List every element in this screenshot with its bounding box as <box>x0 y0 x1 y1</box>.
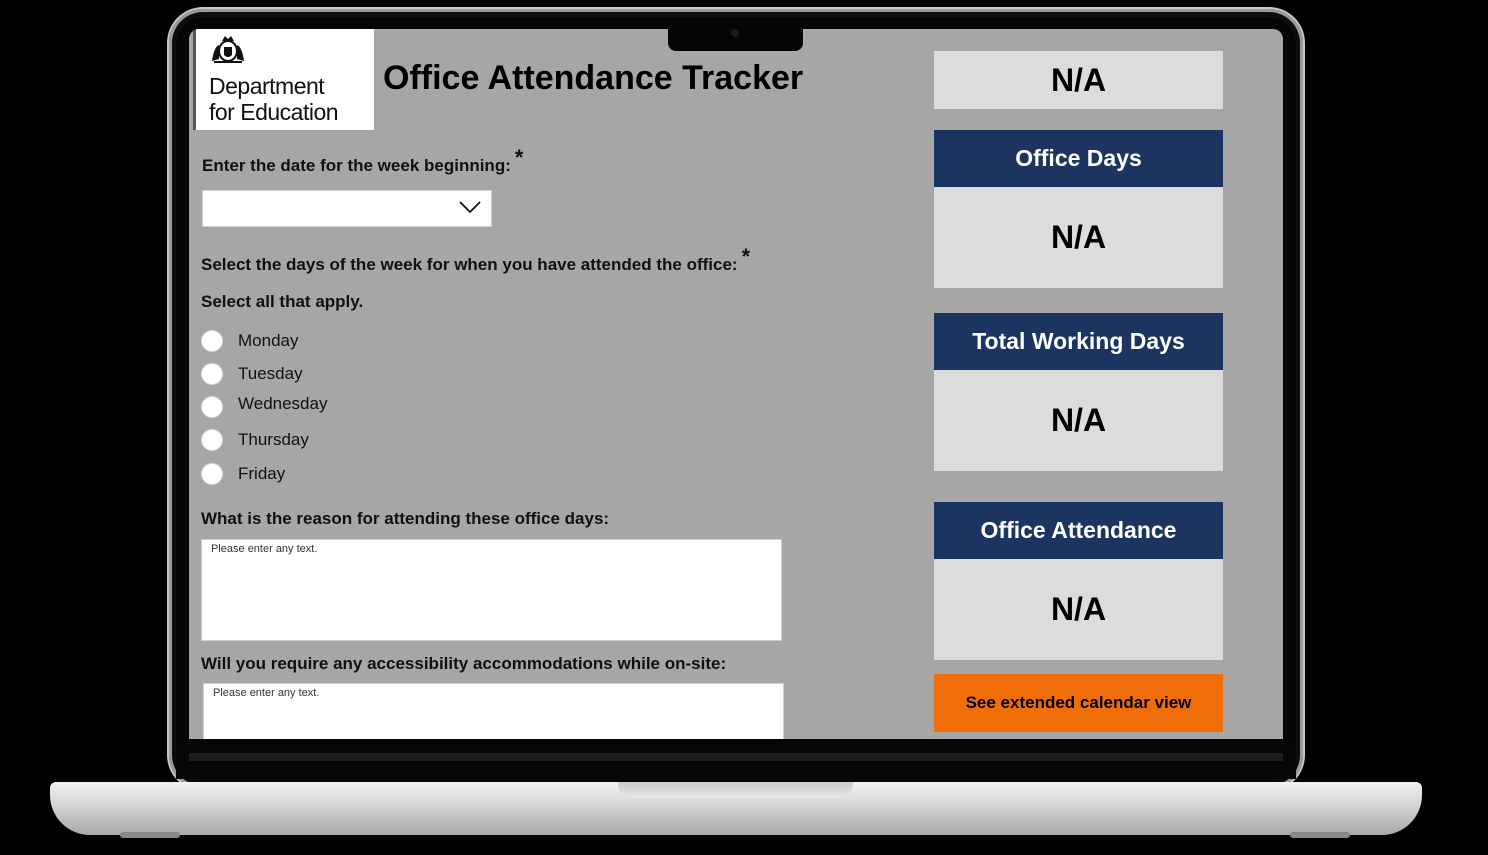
date-question-label: Enter the date for the week beginning: * <box>202 145 523 177</box>
royal-crest-icon <box>212 36 244 63</box>
radio-button[interactable] <box>201 330 223 352</box>
office-days-header: Office Days <box>934 130 1223 187</box>
days-hint: Select all that apply. <box>201 292 364 311</box>
camera-icon <box>731 29 739 37</box>
chevron-down-icon <box>459 201 481 214</box>
day-label: Wednesday <box>238 394 328 413</box>
day-label: Friday <box>238 464 286 483</box>
extended-calendar-button[interactable]: See extended calendar view <box>934 674 1223 732</box>
day-label: Monday <box>238 331 299 350</box>
accessibility-question: Will you require any accessibility accom… <box>201 654 727 673</box>
laptop-opening-notch <box>618 782 853 798</box>
days-question-label: Select the days of the week for when you… <box>201 244 750 276</box>
accessibility-textarea[interactable]: Please enter any text. <box>203 683 784 739</box>
radio-button[interactable] <box>201 396 223 418</box>
reason-placeholder: Please enter any text. <box>211 543 318 555</box>
laptop-foot <box>1290 832 1350 838</box>
radio-button[interactable] <box>201 429 223 451</box>
required-asterisk: * <box>514 145 524 170</box>
day-label: Thursday <box>238 430 309 449</box>
logo-text: Department for Education <box>209 73 339 125</box>
radio-button[interactable] <box>201 363 223 385</box>
reason-question: What is the reason for attending these o… <box>201 509 610 528</box>
logo-line-1: Department <box>209 73 325 99</box>
date-question-text: Enter the date for the week beginning: <box>202 156 511 175</box>
summary-top-value: N/A <box>934 51 1223 109</box>
office-attendance-header: Office Attendance <box>934 502 1223 559</box>
total-working-days-header: Total Working Days <box>934 313 1223 370</box>
week-date-dropdown[interactable] <box>202 190 492 227</box>
days-question-text: Select the days of the week for when you… <box>201 255 738 274</box>
page-title: Office Attendance Tracker <box>383 59 804 97</box>
dfe-logo: Department for Education <box>193 29 374 130</box>
laptop-foot <box>120 832 180 838</box>
reason-textarea[interactable]: Please enter any text. <box>201 539 782 641</box>
required-asterisk: * <box>741 244 751 269</box>
office-days-value: N/A <box>934 187 1223 288</box>
accessibility-placeholder: Please enter any text. <box>213 687 320 699</box>
total-working-days-value: N/A <box>934 370 1223 471</box>
office-attendance-value: N/A <box>934 559 1223 660</box>
app-screen: Department for Education Office Attendan… <box>189 29 1283 739</box>
logo-line-2: for Education <box>209 99 339 125</box>
radio-button[interactable] <box>201 463 223 485</box>
camera-notch <box>668 29 803 51</box>
laptop-hinge <box>189 753 1283 761</box>
day-label: Tuesday <box>238 364 303 383</box>
